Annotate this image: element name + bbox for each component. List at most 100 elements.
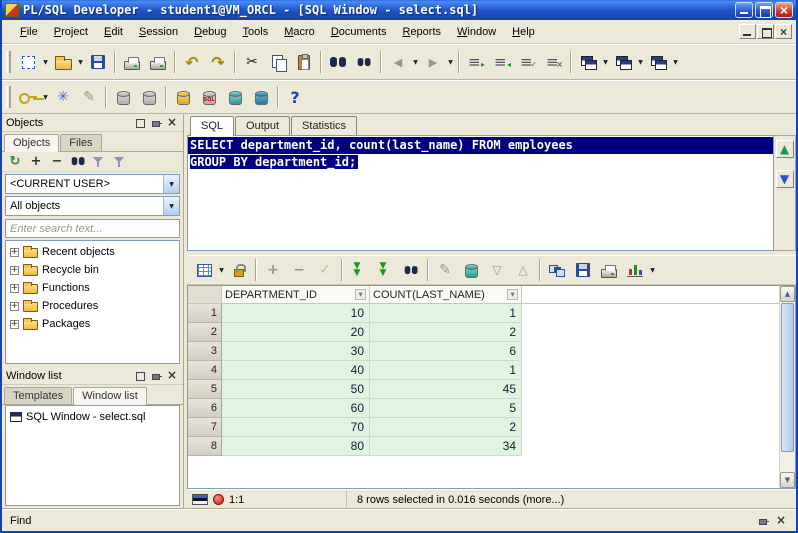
expand-icon[interactable]	[10, 247, 19, 257]
cell-department-id[interactable]: 70	[222, 418, 370, 437]
window-list-item[interactable]: SQL Window - select.sql	[8, 408, 177, 425]
open-button[interactable]	[50, 49, 76, 75]
tree-item[interactable]: Functions	[6, 279, 179, 297]
command-window-button[interactable]	[248, 84, 274, 110]
table-row[interactable]: 8 80 34	[188, 437, 779, 456]
delete-record-button[interactable]	[286, 257, 312, 283]
expand-all-button[interactable]	[27, 153, 45, 170]
chevron-down-icon[interactable]	[636, 50, 645, 74]
edit-button[interactable]	[76, 84, 102, 110]
row-number[interactable]: 3	[188, 342, 222, 361]
maximize-button[interactable]	[755, 2, 773, 18]
print-button[interactable]	[119, 49, 145, 75]
save-button[interactable]	[85, 49, 111, 75]
table-row[interactable]: 6 60 5	[188, 399, 779, 418]
status-message[interactable]: 8 rows selected in 0.016 seconds (more..…	[347, 494, 796, 506]
chevron-down-icon[interactable]	[41, 85, 50, 109]
menu-item[interactable]: Documents	[323, 23, 395, 41]
mdi-close-button[interactable]	[775, 24, 792, 39]
cell-department-id[interactable]: 10	[222, 304, 370, 323]
expand-icon[interactable]	[10, 283, 19, 293]
cell-count[interactable]: 2	[370, 418, 522, 437]
logon-button[interactable]	[15, 84, 41, 110]
sort-ascending-button[interactable]	[510, 257, 536, 283]
insert-record-button[interactable]	[260, 257, 286, 283]
pin-icon[interactable]	[756, 514, 770, 527]
cell-count[interactable]: 1	[370, 304, 522, 323]
uncomment-button[interactable]	[541, 49, 567, 75]
column-summary-icon[interactable]	[355, 289, 366, 300]
window-list-button[interactable]	[645, 49, 671, 75]
table-row[interactable]: 7 70 2	[188, 418, 779, 437]
find-in-grid-button[interactable]	[398, 257, 424, 283]
menu-item[interactable]: Macro	[276, 23, 323, 41]
menu-item[interactable]: File	[12, 23, 46, 41]
menu-item[interactable]: Edit	[96, 23, 131, 41]
print-results-button[interactable]	[596, 257, 622, 283]
collapse-all-button[interactable]	[48, 153, 66, 170]
cell-count[interactable]: 2	[370, 323, 522, 342]
edit-data-button[interactable]	[432, 257, 458, 283]
table-row[interactable]: 5 50 45	[188, 380, 779, 399]
cell-count[interactable]: 6	[370, 342, 522, 361]
back-button[interactable]	[385, 49, 411, 75]
chevron-down-icon[interactable]	[601, 50, 610, 74]
fetch-all-button[interactable]	[372, 257, 398, 283]
toolbar-grip[interactable]	[6, 51, 11, 73]
cell-department-id[interactable]: 40	[222, 361, 370, 380]
chevron-down-icon[interactable]	[163, 197, 179, 215]
previous-statement-button[interactable]	[775, 140, 794, 158]
table-row[interactable]: 4 40 1	[188, 361, 779, 380]
scroll-down-button[interactable]	[780, 472, 795, 488]
close-icon[interactable]	[774, 514, 788, 527]
tab-sql[interactable]: SQL	[190, 116, 235, 136]
tab-templates[interactable]: Templates	[4, 387, 73, 404]
find-object-button[interactable]	[69, 153, 87, 170]
expand-icon[interactable]	[10, 319, 19, 329]
chart-button[interactable]	[622, 257, 648, 283]
chevron-down-icon[interactable]	[217, 258, 226, 282]
tab-objects[interactable]: Objects	[4, 134, 60, 152]
user-combo[interactable]: <CURRENT USER>	[5, 174, 180, 194]
cell-department-id[interactable]: 30	[222, 342, 370, 361]
scrollbar-thumb[interactable]	[781, 303, 794, 452]
forward-button[interactable]	[420, 49, 446, 75]
mdi-restore-button[interactable]	[757, 24, 774, 39]
close-icon[interactable]	[165, 116, 179, 129]
cell-count[interactable]: 5	[370, 399, 522, 418]
cut-button[interactable]	[239, 49, 265, 75]
chevron-down-icon[interactable]	[163, 175, 179, 193]
cell-count[interactable]: 45	[370, 380, 522, 399]
indent-button[interactable]	[463, 49, 489, 75]
pin-icon[interactable]	[149, 116, 163, 129]
find-button[interactable]	[325, 49, 351, 75]
next-statement-button[interactable]	[775, 170, 794, 188]
chevron-down-icon[interactable]	[671, 50, 680, 74]
help-button[interactable]	[282, 84, 308, 110]
redo-button[interactable]	[205, 49, 231, 75]
undock-icon[interactable]	[133, 369, 147, 382]
row-number[interactable]: 6	[188, 399, 222, 418]
configure-button[interactable]	[50, 84, 76, 110]
expand-icon[interactable]	[10, 265, 19, 275]
rollback-button[interactable]	[136, 84, 162, 110]
tab-output[interactable]: Output	[235, 116, 291, 135]
tab-files[interactable]: Files	[60, 134, 102, 151]
new-button[interactable]	[15, 49, 41, 75]
close-button[interactable]	[775, 2, 793, 18]
sort-descending-button[interactable]	[484, 257, 510, 283]
tree-item[interactable]: Recent objects	[6, 243, 179, 261]
menu-item[interactable]: Reports	[394, 23, 449, 41]
find-next-button[interactable]	[351, 49, 377, 75]
search-input[interactable]	[6, 220, 179, 237]
sql-editor[interactable]: SELECT department_id, count(last_name) F…	[187, 135, 774, 251]
cell-department-id[interactable]: 60	[222, 399, 370, 418]
single-record-view-button[interactable]	[544, 257, 570, 283]
menu-item[interactable]: Project	[46, 23, 96, 41]
cell-department-id[interactable]: 80	[222, 437, 370, 456]
cell-count[interactable]: 34	[370, 437, 522, 456]
vertical-scrollbar[interactable]	[779, 286, 795, 488]
test-window-button[interactable]	[222, 84, 248, 110]
sort-button[interactable]	[111, 153, 129, 170]
sql-window-button[interactable]	[196, 84, 222, 110]
